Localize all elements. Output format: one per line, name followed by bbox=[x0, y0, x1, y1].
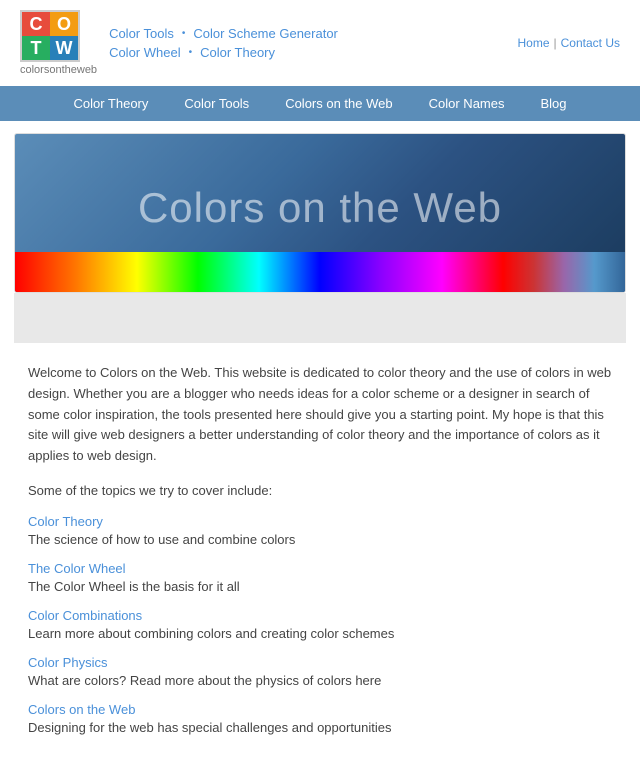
main-nav: Color Theory Color Tools Colors on the W… bbox=[0, 86, 640, 121]
logo-o: O bbox=[50, 12, 78, 36]
hero-title: Colors on the Web bbox=[138, 184, 502, 232]
topic-colors-web: Colors on the Web Designing for the web … bbox=[28, 702, 612, 735]
topic-color-physics-link[interactable]: Color Physics bbox=[28, 655, 612, 670]
nav-colors-web[interactable]: Colors on the Web bbox=[267, 86, 410, 121]
topics-intro: Some of the topics we try to cover inclu… bbox=[28, 483, 612, 498]
logo-subtitle: colorsontheweb bbox=[20, 64, 97, 76]
nav-color-names[interactable]: Color Names bbox=[411, 86, 523, 121]
topic-color-wheel-desc: The Color Wheel is the basis for it all bbox=[28, 579, 240, 594]
gray-spacer bbox=[14, 293, 626, 343]
logo-box[interactable]: C O T W bbox=[20, 10, 80, 62]
topic-color-theory-desc: The science of how to use and combine co… bbox=[28, 532, 295, 547]
color-tools-link[interactable]: Color Tools bbox=[109, 26, 174, 41]
color-wheel-link[interactable]: Color Wheel bbox=[109, 45, 181, 60]
topic-color-combinations-link[interactable]: Color Combinations bbox=[28, 608, 612, 623]
logo-area: C O T W colorsontheweb Color Tools • Col… bbox=[20, 10, 338, 76]
nav-color-theory[interactable]: Color Theory bbox=[55, 86, 166, 121]
top-right-links: Home | Contact Us bbox=[518, 36, 621, 50]
nav-blog[interactable]: Blog bbox=[522, 86, 584, 121]
main-content: Welcome to Colors on the Web. This websi… bbox=[0, 343, 640, 779]
logo-c: C bbox=[22, 12, 50, 36]
color-theory-header-link[interactable]: Color Theory bbox=[200, 45, 275, 60]
header-link-row-1: Color Tools • Color Scheme Generator bbox=[109, 26, 338, 41]
topic-color-theory-link[interactable]: Color Theory bbox=[28, 514, 612, 529]
topic-color-wheel: The Color Wheel The Color Wheel is the b… bbox=[28, 561, 612, 594]
topic-color-theory: Color Theory The science of how to use a… bbox=[28, 514, 612, 547]
hero-spectrum bbox=[15, 252, 625, 292]
topic-color-wheel-link[interactable]: The Color Wheel bbox=[28, 561, 612, 576]
contact-link[interactable]: Contact Us bbox=[561, 36, 620, 50]
bullet-2: • bbox=[189, 47, 193, 58]
topic-color-physics: Color Physics What are colors? Read more… bbox=[28, 655, 612, 688]
topic-color-combinations-desc: Learn more about combining colors and cr… bbox=[28, 626, 394, 641]
topic-colors-web-desc: Designing for the web has special challe… bbox=[28, 720, 392, 735]
hero-banner: Colors on the Web bbox=[14, 133, 626, 293]
topic-colors-web-link[interactable]: Colors on the Web bbox=[28, 702, 612, 717]
site-header: C O T W colorsontheweb Color Tools • Col… bbox=[0, 0, 640, 86]
nav-color-tools[interactable]: Color Tools bbox=[166, 86, 267, 121]
logo-t: T bbox=[22, 36, 50, 60]
bullet-1: • bbox=[182, 28, 186, 39]
header-link-row-2: Color Wheel • Color Theory bbox=[109, 45, 338, 60]
intro-paragraph: Welcome to Colors on the Web. This websi… bbox=[28, 363, 612, 467]
home-link[interactable]: Home bbox=[518, 36, 550, 50]
color-scheme-link[interactable]: Color Scheme Generator bbox=[193, 26, 338, 41]
logo-w: W bbox=[50, 36, 78, 60]
top-sep: | bbox=[554, 36, 557, 50]
header-links: Color Tools • Color Scheme Generator Col… bbox=[109, 26, 338, 60]
topic-color-combinations: Color Combinations Learn more about comb… bbox=[28, 608, 612, 641]
